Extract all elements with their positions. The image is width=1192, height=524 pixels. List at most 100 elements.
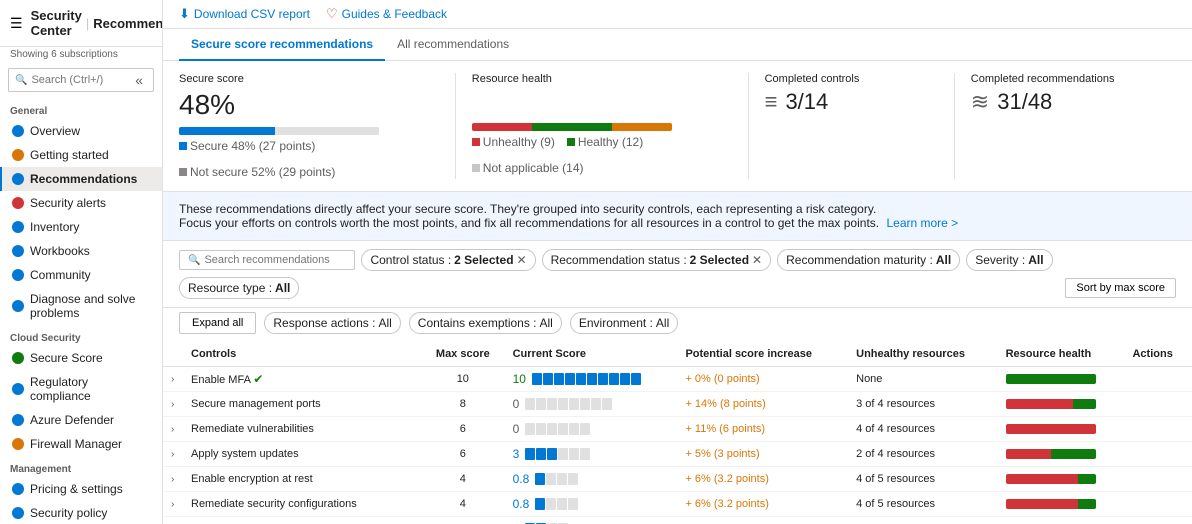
sidebar-item-community[interactable]: Community [0, 263, 162, 287]
sidebar-item-recommendations[interactable]: Recommendations [0, 167, 162, 191]
table-row: › Enable MFA ✔ 10 10 + 0% (0 points) Non… [163, 367, 1192, 392]
sidebar-item-firewall[interactable]: Firewall Manager [0, 432, 162, 456]
action-chip-environment[interactable]: Environment : All [570, 312, 678, 334]
row-control-name: Remediate security configurations [183, 492, 421, 517]
completed-controls-card: Completed controls ≡ 3/14 [765, 73, 955, 179]
score-bar [532, 373, 641, 385]
rb-green [1006, 374, 1096, 384]
score-segment [568, 498, 578, 510]
sidebar-item-diagnose[interactable]: Diagnose and solve problems [0, 287, 162, 325]
sidebar-item-security-alerts[interactable]: Security alerts [0, 191, 162, 215]
th-current-score: Current Score [505, 342, 678, 367]
filter-chip-resource-type[interactable]: Resource type : All [179, 277, 299, 299]
score-segment [576, 373, 586, 385]
row-resource-health [998, 492, 1125, 517]
resource-health-bar-cell [1006, 424, 1096, 434]
row-chevron[interactable]: › [163, 442, 183, 467]
filter-chip-recommendation-status[interactable]: Recommendation status : 2 Selected ✕ [542, 249, 772, 271]
row-actions [1124, 467, 1192, 492]
section-general: General Overview Getting started Recomme… [0, 98, 162, 325]
subscriptions-label: Showing 6 subscriptions [0, 47, 162, 62]
rb-green [1078, 474, 1096, 484]
sidebar-search-input[interactable] [31, 74, 131, 86]
legend-healthy-color [567, 138, 575, 146]
sidebar-item-pricing[interactable]: Pricing & settings [0, 477, 162, 501]
score-segment [631, 373, 641, 385]
resource-health-legend: Unhealthy (9) Healthy (12) Not applicabl… [472, 135, 732, 175]
action-chip-exemptions[interactable]: Contains exemptions : All [409, 312, 562, 334]
sidebar-item-azure-defender[interactable]: Azure Defender [0, 408, 162, 432]
sidebar-item-security-policy[interactable]: Security policy [0, 501, 162, 524]
legend-unhealthy-color [472, 138, 480, 146]
info-line2: Focus your efforts on controls worth the… [179, 216, 1176, 230]
expand-all-button[interactable]: Expand all [179, 312, 256, 334]
score-segment [536, 448, 546, 460]
recommendations-icon [12, 173, 24, 185]
row-max-score: 10 [421, 367, 505, 392]
table-header-row: Controls Max score Current Score Potenti… [163, 342, 1192, 367]
row-control-name: Enable MFA ✔ [183, 367, 421, 392]
score-bar [535, 498, 578, 510]
table-row: › Remediate security configurations 4 0.… [163, 492, 1192, 517]
sidebar-item-workbooks[interactable]: Workbooks [0, 239, 162, 263]
row-max-score: 4 [421, 467, 505, 492]
filter-chip-maturity[interactable]: Recommendation maturity : All [777, 249, 960, 271]
th-expand [163, 342, 183, 367]
sidebar-item-secure-score[interactable]: Secure Score [0, 346, 162, 370]
row-unhealthy: 4 of 5 resources [848, 492, 997, 517]
download-csv-button[interactable]: ⬇ Download CSV report [179, 6, 310, 22]
sidebar-item-inventory[interactable]: Inventory [0, 215, 162, 239]
row-potential: + 4% (2 points) [677, 517, 848, 524]
secure-score-value: 48% [179, 89, 439, 121]
sidebar-azure-defender-label: Azure Defender [30, 413, 114, 427]
row-chevron[interactable]: › [163, 417, 183, 442]
sidebar-item-overview[interactable]: Overview [0, 119, 162, 143]
sidebar-search-container: 🔍 « [8, 68, 154, 92]
row-resource-health [998, 392, 1125, 417]
row-max-score: 6 [421, 442, 505, 467]
chip-close-icon: ✕ [517, 253, 527, 267]
rb-red [1006, 399, 1074, 409]
completed-recommendations-value: 31/48 [997, 89, 1052, 115]
legend-insecure-color [179, 168, 187, 176]
score-segment [568, 473, 578, 485]
score-segment [536, 398, 546, 410]
score-segment [547, 423, 557, 435]
tab-all-recommendations[interactable]: All recommendations [385, 29, 521, 61]
th-max-score: Max score [421, 342, 505, 367]
learn-more-link[interactable]: Learn more > [886, 216, 958, 230]
score-segment [532, 373, 542, 385]
secure-score-icon [12, 352, 24, 364]
row-current-score: 2 [505, 517, 678, 524]
azure-defender-icon [12, 414, 24, 426]
sidebar-inventory-label: Inventory [30, 220, 79, 234]
th-actions: Actions [1124, 342, 1192, 367]
filter-search-input[interactable] [204, 254, 346, 266]
sort-button[interactable]: Sort by max score [1065, 278, 1176, 298]
filter-chip-severity[interactable]: Severity : All [966, 249, 1052, 271]
action-chip-response[interactable]: Response actions : All [264, 312, 400, 334]
score-segment [598, 373, 608, 385]
row-chevron[interactable]: › [163, 467, 183, 492]
sidebar-diagnose-label: Diagnose and solve problems [30, 292, 152, 320]
chip-close-icon: ✕ [752, 253, 762, 267]
row-chevron[interactable]: › [163, 367, 183, 392]
sidebar-item-regulatory[interactable]: Regulatory compliance [0, 370, 162, 408]
guides-feedback-button[interactable]: ♡ Guides & Feedback [326, 6, 447, 22]
legend-na-color [472, 164, 480, 172]
heart-icon: ♡ [326, 6, 338, 22]
collapse-icon[interactable]: « [131, 72, 147, 88]
table-row: › Secure management ports 8 0 + 14% (8 p… [163, 392, 1192, 417]
secure-bar-fill [179, 127, 275, 135]
hamburger-icon[interactable]: ☰ [10, 15, 23, 32]
sidebar-item-getting-started[interactable]: Getting started [0, 143, 162, 167]
score-segment [547, 398, 557, 410]
filter-chip-control-status[interactable]: Control status : 2 Selected ✕ [361, 249, 535, 271]
legend-secure: Secure 48% (27 points) [179, 139, 315, 153]
legend-secure-color [179, 142, 187, 150]
row-chevron[interactable]: › [163, 492, 183, 517]
score-bar [525, 423, 590, 435]
tab-secure-score[interactable]: Secure score recommendations [179, 29, 385, 61]
row-chevron[interactable]: › [163, 517, 183, 524]
row-chevron[interactable]: › [163, 392, 183, 417]
